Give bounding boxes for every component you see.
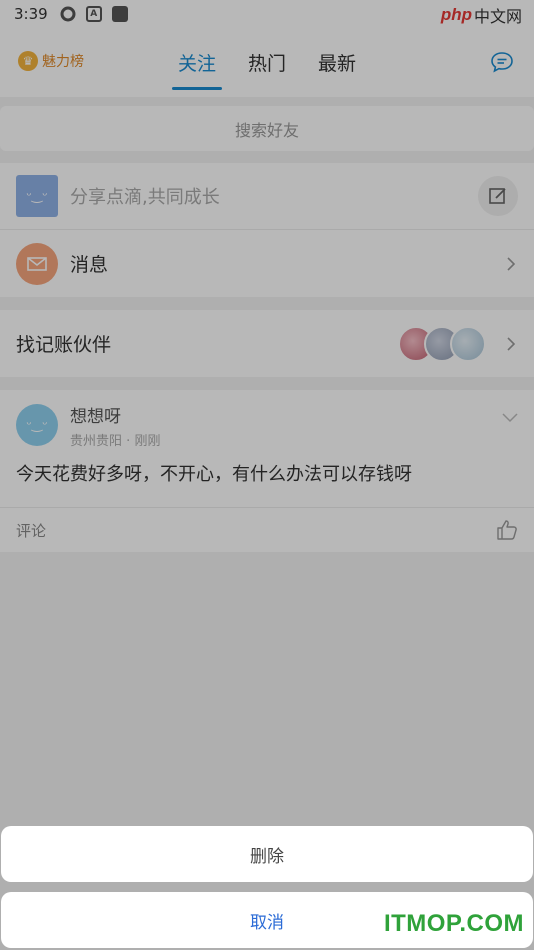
site-watermark: ITMOP.COM [383,910,524,937]
delete-button[interactable]: 删除 [1,826,533,882]
modal-overlay[interactable] [0,0,534,950]
